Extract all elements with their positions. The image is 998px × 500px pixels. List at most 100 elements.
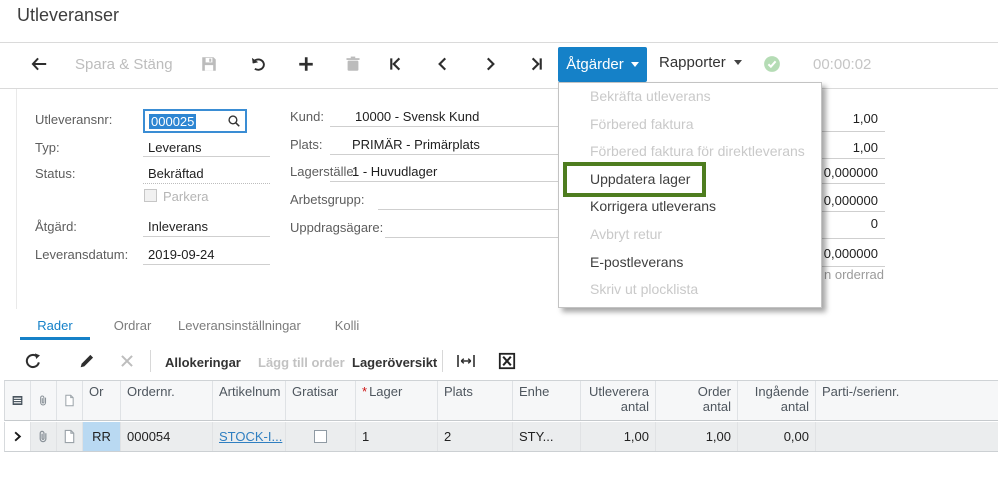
required-mark: *: [362, 384, 368, 399]
page-title: Utleveranser: [17, 5, 120, 25]
menu-item-e-postleverans[interactable]: E-postleverans: [559, 249, 821, 277]
atgard-value: Inleverans: [148, 219, 208, 234]
field-underline: [330, 154, 578, 155]
cell-ingaende: 0,00: [738, 422, 816, 451]
nav-prev-icon[interactable]: [434, 55, 452, 73]
typ-value: Leverans: [148, 140, 202, 155]
panel-left-border: [16, 89, 17, 309]
cell-orderantal: 1,00: [656, 422, 738, 451]
add-icon[interactable]: [297, 55, 315, 73]
col-header-orderantal[interactable]: Order antal: [656, 381, 738, 420]
status-label: Status:: [35, 166, 76, 181]
col-header-utlevererat-antal[interactable]: Utleverera antal: [581, 381, 656, 420]
attachment-icon[interactable]: [31, 422, 57, 451]
field-underline: [378, 209, 578, 210]
kund-label: Kund:: [290, 109, 324, 124]
undo-icon[interactable]: [249, 55, 267, 73]
menu-item-korrigera-utleverans[interactable]: Korrigera utleverans: [559, 193, 821, 221]
actions-button-label: Åtgärder: [566, 56, 624, 73]
leveransdatum-label: Leveransdatum:: [35, 247, 129, 262]
tab-leveransinstallningar[interactable]: Leveransinställningar: [178, 318, 301, 333]
status-value: Bekräftad: [148, 166, 204, 181]
save-close-button[interactable]: Spara & Stäng: [75, 56, 173, 73]
session-timer: 00:00:02: [813, 56, 872, 73]
nav-last-icon[interactable]: [527, 55, 545, 73]
utleveransnr-input[interactable]: 000025: [143, 109, 247, 133]
cell-utlevererat: 1,00: [581, 422, 656, 451]
nav-next-icon[interactable]: [481, 55, 499, 73]
edit-pencil-icon[interactable]: [78, 352, 96, 370]
lagerstalle-label: Lagerställe:: [290, 164, 358, 179]
refresh-icon[interactable]: [24, 352, 42, 370]
col-header-ordernr[interactable]: Ordernr.: [121, 381, 213, 420]
menu-item-avbryt-retur: Avbryt retur: [590, 225, 663, 242]
gratisar-checkbox[interactable]: [314, 430, 327, 443]
note-icon: [57, 381, 83, 420]
kund-value: 10000 - Svensk Kund: [355, 109, 480, 124]
caret-down-icon: [630, 62, 639, 67]
menu-item-uppdatera-lager[interactable]: Uppdatera lager: [559, 166, 821, 194]
col-header-enhet[interactable]: Enhe: [513, 381, 581, 420]
cell-parti: [816, 422, 998, 451]
atgard-label: Åtgärd:: [35, 219, 77, 234]
fit-width-icon[interactable]: [456, 352, 476, 370]
note-icon[interactable]: [57, 422, 83, 451]
row-pointer-icon: [5, 422, 31, 451]
actions-menu-button[interactable]: Åtgärder: [558, 47, 647, 82]
col-header-parti-serienr[interactable]: Parti-/serienr.: [816, 381, 998, 420]
plats-value: PRIMÄR - Primärplats: [352, 137, 480, 152]
active-tab-underline: [20, 337, 90, 340]
back-arrow-icon[interactable]: [30, 55, 48, 73]
field-underline: [330, 181, 578, 182]
table-row[interactable]: RR 000054 STOCK-I... 1 2 STY... 1,00 1,0…: [4, 422, 998, 452]
cell-artikelnr-link[interactable]: STOCK-I...: [219, 429, 282, 444]
field-underline: [330, 126, 578, 127]
header-line: Utleverera: [589, 384, 649, 399]
field-underline: [385, 237, 578, 238]
actions-dropdown-menu: Bekräfta utleverans Förbered faktura För…: [558, 82, 822, 308]
menu-item-skriv-ut-plocklista: Skriv ut plocklista: [590, 281, 699, 298]
col-header-lager[interactable]: * Lager: [356, 381, 438, 420]
col-header-artikelnr[interactable]: Artikelnum: [213, 381, 286, 420]
lagg-till-order-button: Lägg till order: [258, 355, 345, 370]
header-line: antal: [702, 399, 731, 414]
col-header-ordertyp[interactable]: Or: [83, 381, 121, 420]
cell-ordernr: 000054: [121, 422, 213, 451]
tab-kolli[interactable]: Kolli: [322, 318, 372, 333]
header-line: antal: [780, 399, 809, 414]
cell-lager: 1: [356, 422, 438, 451]
attachment-icon: [31, 381, 57, 420]
leveransdatum-value: 2019-09-24: [148, 247, 215, 262]
col-header-gratisar[interactable]: Gratisar: [286, 381, 356, 420]
allokeringar-button[interactable]: Allokeringar: [165, 355, 241, 370]
cell-ordertyp: RR: [83, 422, 121, 451]
success-check-icon: [763, 55, 781, 73]
caret-down-icon: [733, 60, 742, 65]
header-line: Order: [697, 384, 731, 399]
col-header-ingaende-antal[interactable]: Ingående antal: [738, 381, 816, 420]
lageroversikt-button[interactable]: Lageröversikt: [352, 355, 437, 370]
cell-enhet: STY...: [513, 422, 581, 451]
uppdragsagare-label: Uppdragsägare:: [290, 220, 384, 235]
parkera-label: Parkera: [163, 189, 209, 204]
search-icon[interactable]: [227, 114, 241, 128]
grid-settings-icon[interactable]: [5, 381, 31, 420]
title-divider: [0, 42, 998, 43]
export-excel-icon[interactable]: [498, 352, 516, 370]
parkera-checkbox[interactable]: [144, 189, 157, 202]
tab-ordrar[interactable]: Ordrar: [105, 318, 160, 333]
nav-first-icon[interactable]: [387, 55, 405, 73]
typ-label: Typ:: [35, 140, 60, 155]
delete-x-icon: [118, 352, 136, 370]
reports-menu-button[interactable]: Rapporter: [659, 54, 742, 71]
cell-plats: 2: [438, 422, 513, 451]
col-header-plats[interactable]: Plats: [438, 381, 513, 420]
field-underline: [143, 264, 270, 265]
save-icon[interactable]: [200, 55, 218, 73]
tab-rader[interactable]: Rader: [20, 318, 90, 333]
toolbar-separator: [150, 350, 151, 372]
toolbar-divider: [0, 88, 998, 89]
orderrad-partial-label: n orderrad: [824, 267, 884, 282]
delete-icon[interactable]: [344, 55, 362, 73]
field-underline: [143, 183, 270, 184]
